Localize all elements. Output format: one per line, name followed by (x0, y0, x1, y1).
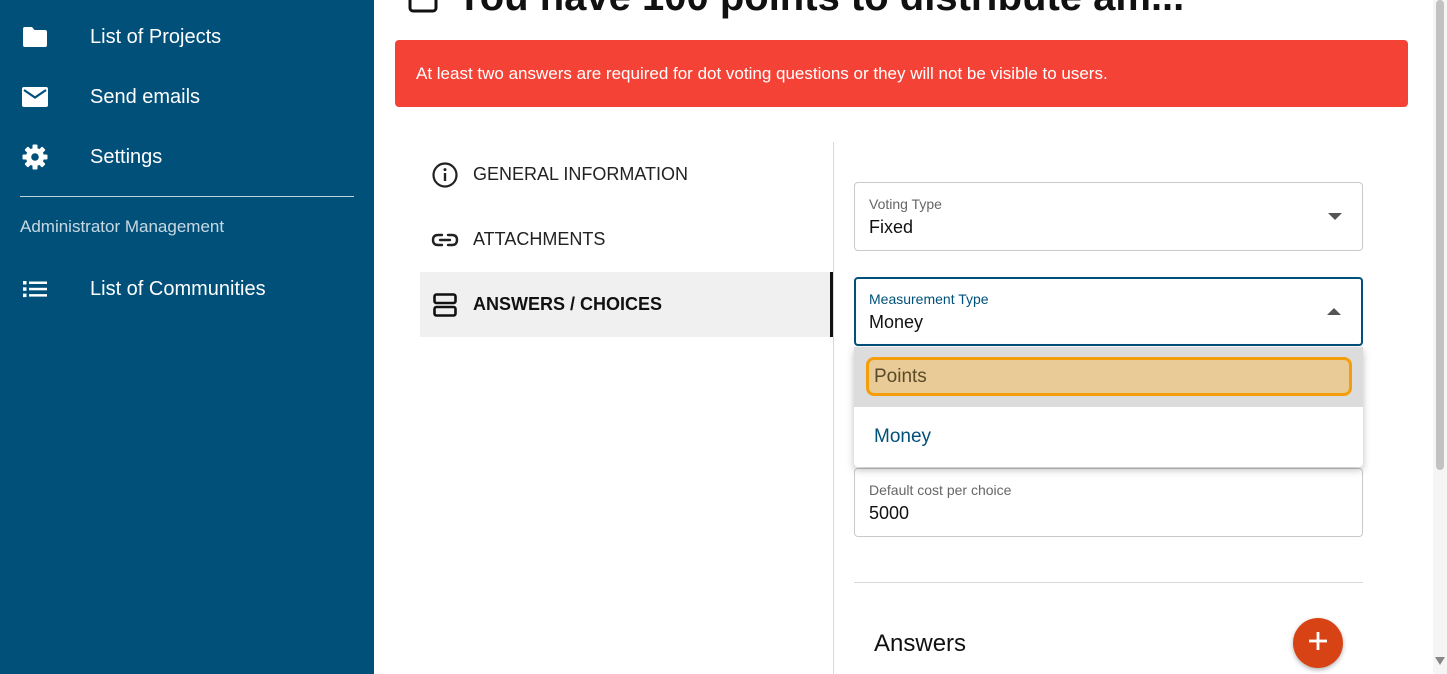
choices-icon (431, 291, 459, 319)
measurement-type-label: Measurement Type (869, 291, 989, 307)
sidebar-item-list-of-projects[interactable]: List of Projects (0, 13, 374, 61)
sidebar-item-send-emails[interactable]: Send emails (0, 73, 374, 121)
page-title: You have 100 points to distribute am... (408, 0, 1184, 20)
alert-text: At least two answers are required for do… (416, 63, 1108, 83)
error-alert: At least two answers are required for do… (395, 40, 1408, 107)
dropdown-arrow-icon (1328, 213, 1342, 220)
voting-type-value: Fixed (869, 217, 914, 237)
question-icon (408, 0, 438, 13)
default-cost-field[interactable]: Default cost per choice 5000 (854, 468, 1363, 537)
tab-label: ATTACHMENTS (473, 229, 606, 249)
info-icon (431, 161, 459, 189)
tab-answers-choices[interactable]: ANSWERS / CHOICES (420, 272, 833, 337)
add-answer-button[interactable] (1293, 618, 1343, 668)
section-label-administrator-management: Administrator Management (20, 217, 225, 236)
measurement-type-select[interactable]: Measurement Type Money (854, 277, 1363, 346)
sidebar-item-list-of-communities[interactable]: List of Communities (0, 265, 374, 313)
dropdown-arrow-up-icon (1327, 308, 1341, 315)
list-icon (21, 275, 49, 303)
page-scrollbar[interactable] (1433, 0, 1447, 674)
link-icon (431, 226, 459, 254)
option-label: Money (874, 426, 932, 447)
sidebar-item-label: Settings (90, 145, 163, 168)
folder-icon (21, 23, 49, 51)
plus-icon (1308, 631, 1328, 656)
answers-heading: Answers (874, 630, 967, 657)
measurement-type-dropdown: Points Money (854, 347, 1363, 467)
mail-icon (21, 83, 49, 111)
measurement-type-value: Money (869, 312, 924, 332)
tab-label: ANSWERS / CHOICES (473, 294, 663, 314)
default-cost-label: Default cost per choice (869, 482, 1012, 498)
sidebar-divider (20, 196, 354, 197)
option-focus-highlight (866, 357, 1352, 396)
sidebar-item-label: List of Communities (90, 277, 266, 300)
scroll-down-arrow-icon[interactable] (1435, 657, 1445, 665)
option-money[interactable]: Money (854, 407, 1363, 467)
tab-label: GENERAL INFORMATION (473, 164, 689, 184)
page-title-text: You have 100 points to distribute am... (456, 0, 1184, 20)
default-cost-value: 5000 (869, 503, 910, 523)
section-divider (854, 582, 1363, 583)
vertical-divider (833, 142, 834, 674)
voting-type-label: Voting Type (869, 196, 942, 212)
sidebar: List of Projects Send emails Settings Ad… (0, 0, 374, 674)
option-label: Points (874, 366, 927, 387)
gear-icon (21, 143, 49, 171)
sidebar-item-label: Send emails (90, 85, 201, 108)
sidebar-item-label: List of Projects (90, 25, 222, 48)
tab-attachments[interactable]: ATTACHMENTS (420, 207, 833, 272)
option-points[interactable]: Points (854, 347, 1363, 407)
sidebar-item-settings[interactable]: Settings (0, 133, 374, 181)
main-content: You have 100 points to distribute am... … (374, 0, 1433, 674)
voting-type-select[interactable]: Voting Type Fixed (854, 182, 1363, 251)
tab-general-information[interactable]: GENERAL INFORMATION (420, 142, 833, 207)
scrollbar-thumb[interactable] (1436, 0, 1444, 470)
